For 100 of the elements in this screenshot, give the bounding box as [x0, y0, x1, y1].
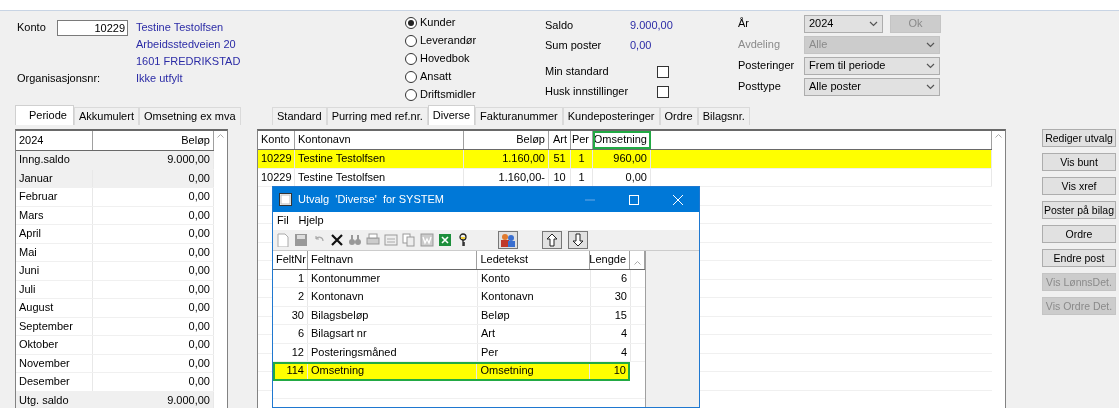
table-cell: Juni — [16, 262, 93, 280]
column-header[interactable]: Kontonavn — [295, 131, 464, 149]
dialog-title: Utvalg 'Diverse' for SYSTEM — [298, 192, 445, 207]
column-header[interactable]: Beløp — [464, 131, 549, 149]
action-button[interactable]: Poster på bilag — [1042, 201, 1116, 219]
tab[interactable]: Periode — [15, 105, 74, 125]
table-cell: 4 — [591, 343, 631, 361]
tab[interactable]: Standard — [272, 107, 327, 125]
checkbox[interactable] — [657, 86, 669, 98]
column-header[interactable]: 2024 — [16, 131, 93, 150]
radio-button[interactable] — [405, 17, 417, 29]
tab[interactable]: Kundeposteringer — [562, 107, 660, 125]
radio-button[interactable] — [405, 53, 417, 65]
action-button[interactable]: Vis xref — [1042, 177, 1116, 195]
maximize-icon[interactable] — [629, 194, 639, 205]
field-label: Posttype — [738, 79, 782, 94]
column-header[interactable]: Omsetning — [593, 131, 651, 149]
column-header[interactable]: Per — [571, 131, 593, 149]
account-name: Testine Testolfsen — [136, 20, 225, 35]
table-cell: Testine Testolfsen — [295, 150, 464, 168]
column-header[interactable]: Ledetekst — [477, 251, 591, 269]
table-cell: 10 — [590, 362, 630, 380]
table-cell: 114 — [273, 362, 308, 380]
printer-icon[interactable] — [366, 233, 380, 247]
table-cell: 30 — [273, 306, 308, 324]
column-header[interactable]: Art — [549, 131, 571, 149]
scroll-up-icon[interactable] — [633, 260, 641, 265]
field-label: År — [738, 16, 750, 31]
action-button[interactable]: Vis bunt — [1042, 153, 1116, 171]
field-label: Konto — [17, 20, 47, 35]
table-cell: 12 — [273, 343, 308, 361]
tab[interactable]: Omsetning ex mva — [138, 107, 241, 125]
table-cell: 6 — [273, 325, 308, 343]
column-header[interactable]: Feltnavn — [308, 251, 478, 269]
account-number-field[interactable]: 10229 — [57, 19, 128, 36]
checkbox-label: Min standard — [545, 65, 610, 79]
table-cell: Omsetning — [477, 362, 591, 380]
delete-icon[interactable] — [330, 233, 344, 247]
column-header[interactable]: Konto — [258, 131, 295, 149]
radio-button[interactable] — [405, 71, 417, 83]
table-cell: 6 — [591, 269, 631, 287]
table-cell: Kontonavn — [308, 288, 478, 306]
amount-value: 9.000,00 — [630, 19, 673, 33]
table-cell: 10229 — [258, 150, 295, 168]
column-header[interactable]: Lengde — [590, 251, 631, 269]
table-cell: 1 — [273, 269, 308, 287]
radio-label: Ansatt — [420, 70, 452, 84]
org-number-value: Ikke utfylt — [136, 71, 184, 86]
table-cell: Omsetning — [307, 362, 478, 380]
table-cell: Per — [478, 343, 591, 361]
tab[interactable]: Diverse — [427, 105, 476, 125]
table-cell: 1 — [571, 150, 593, 168]
menu-item[interactable]: Fil — [277, 214, 289, 228]
action-button[interactable]: Ordre — [1042, 225, 1116, 243]
action-button[interactable]: Rediger utvalg — [1042, 129, 1116, 147]
table-cell: Bilagsbeløp — [308, 306, 478, 324]
checkbox[interactable] — [657, 66, 669, 78]
tab[interactable]: Ordre — [659, 107, 698, 125]
action-button[interactable]: Endre post — [1042, 249, 1116, 267]
table-cell: Mars — [16, 206, 93, 224]
field-label: Saldo — [545, 19, 575, 33]
table-cell: 1.160,00 — [464, 150, 549, 168]
table-cell: 4 — [591, 325, 631, 343]
tab[interactable]: Akkumulert — [73, 107, 139, 125]
table-cell: August — [16, 299, 93, 317]
people-icon[interactable] — [498, 231, 518, 249]
window-icon — [279, 193, 292, 206]
radio-label: Leverandør — [420, 34, 477, 48]
tab[interactable]: Fakturanummer — [475, 107, 563, 125]
column-header[interactable]: FeltNr — [273, 251, 308, 269]
table-cell: Mai — [16, 243, 93, 261]
field-label: Posteringer — [738, 58, 796, 73]
spreadsheet-icon[interactable] — [438, 233, 452, 247]
table-cell: Art — [478, 325, 591, 343]
scroll-up-icon[interactable] — [995, 134, 1002, 138]
radio-label: Driftsmidler — [420, 88, 476, 102]
table-cell: Oktober — [16, 336, 93, 354]
save-icon[interactable] — [294, 233, 308, 247]
copy-icon[interactable] — [402, 233, 416, 247]
table-cell-text: Utg. saldo — [18, 392, 70, 408]
city-text: 1601 FREDRIKSTAD — [136, 54, 242, 69]
table-cell: 15 — [591, 306, 631, 324]
table-cell: Juli — [16, 280, 93, 298]
radio-label: Hovedbok — [420, 52, 470, 66]
table-cell: 30 — [591, 288, 631, 306]
radio-button[interactable] — [405, 35, 417, 47]
field-label: Organisasjonsnr: — [17, 71, 102, 86]
dropdown[interactable]: 2024 — [804, 14, 883, 33]
key-icon[interactable] — [456, 233, 470, 247]
table-cell: April — [16, 225, 93, 243]
dropdown[interactable]: Frem til periode — [804, 56, 940, 75]
tab[interactable]: Purring med ref.nr. — [326, 107, 428, 125]
close-icon[interactable] — [673, 194, 683, 205]
table-cell: September — [16, 317, 93, 335]
field-label: Sum poster — [545, 39, 603, 53]
tab[interactable]: Bilagsnr. — [697, 107, 750, 125]
radio-button[interactable] — [405, 89, 417, 101]
dropdown[interactable]: Alle poster — [804, 77, 940, 96]
scroll-up-icon[interactable] — [217, 134, 224, 138]
menu-item[interactable]: Hjelp — [298, 214, 324, 228]
